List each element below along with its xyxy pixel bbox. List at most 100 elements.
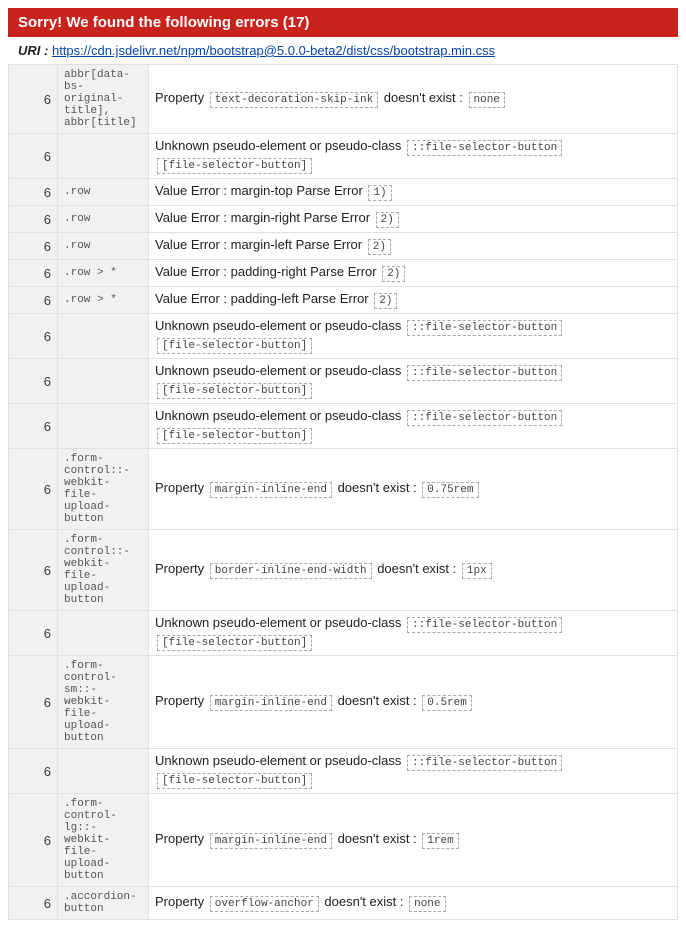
- code-chip: [file-selector-button]: [157, 428, 312, 444]
- line-number: 6: [9, 65, 58, 134]
- line-number: 6: [9, 260, 58, 287]
- message-cell: Value Error : margin-top Parse Error 1): [149, 179, 678, 206]
- message-text: doesn't exist :: [334, 831, 420, 846]
- code-chip: ::file-selector-button: [407, 617, 562, 633]
- message-text: doesn't exist :: [334, 693, 420, 708]
- message-cell: Property border-inline-end-width doesn't…: [149, 530, 678, 611]
- selector-cell: .form-control-sm::-webkit-file-upload-bu…: [58, 656, 149, 749]
- code-chip: none: [409, 896, 445, 912]
- code-chip: margin-inline-end: [210, 833, 332, 849]
- code-chip: 0.5rem: [422, 695, 472, 711]
- code-chip: ::file-selector-button: [407, 755, 562, 771]
- line-number: 6: [9, 314, 58, 359]
- table-row: 6.form-control::-webkit-file-upload-butt…: [9, 449, 678, 530]
- uri-row: URI : https://cdn.jsdelivr.net/npm/boots…: [8, 37, 678, 64]
- message-cell: Value Error : margin-right Parse Error 2…: [149, 206, 678, 233]
- code-chip: 2): [376, 212, 399, 228]
- selector-cell: [58, 359, 149, 404]
- line-number: 6: [9, 611, 58, 656]
- table-row: 6.rowValue Error : margin-right Parse Er…: [9, 206, 678, 233]
- table-row: 6.row > *Value Error : padding-left Pars…: [9, 287, 678, 314]
- line-number: 6: [9, 404, 58, 449]
- selector-cell: .form-control::-webkit-file-upload-butto…: [58, 449, 149, 530]
- message-text: Value Error : padding-left Parse Error: [155, 291, 372, 306]
- line-number: 6: [9, 530, 58, 611]
- message-cell: Value Error : padding-right Parse Error …: [149, 260, 678, 287]
- message-text: Value Error : margin-left Parse Error: [155, 237, 366, 252]
- selector-cell: .row: [58, 233, 149, 260]
- selector-cell: [58, 611, 149, 656]
- line-number: 6: [9, 233, 58, 260]
- message-cell: Value Error : padding-left Parse Error 2…: [149, 287, 678, 314]
- line-number: 6: [9, 449, 58, 530]
- line-number: 6: [9, 179, 58, 206]
- message-text: Property: [155, 480, 208, 495]
- selector-cell: .row: [58, 179, 149, 206]
- line-number: 6: [9, 749, 58, 794]
- message-text: Unknown pseudo-element or pseudo-class: [155, 615, 405, 630]
- selector-cell: .form-control-lg::-webkit-file-upload-bu…: [58, 794, 149, 887]
- table-row: 6.form-control-lg::-webkit-file-upload-b…: [9, 794, 678, 887]
- table-row: 6 Unknown pseudo-element or pseudo-class …: [9, 314, 678, 359]
- message-text: doesn't exist :: [374, 561, 460, 576]
- message-text: Unknown pseudo-element or pseudo-class: [155, 138, 405, 153]
- line-number: 6: [9, 287, 58, 314]
- line-number: 6: [9, 656, 58, 749]
- code-chip: margin-inline-end: [210, 695, 332, 711]
- table-row: 6 Unknown pseudo-element or pseudo-class …: [9, 359, 678, 404]
- code-chip: border-inline-end-width: [210, 563, 372, 579]
- message-cell: Value Error : margin-left Parse Error 2): [149, 233, 678, 260]
- table-row: 6abbr[data-bs-original-title], abbr[titl…: [9, 65, 678, 134]
- message-cell: Property margin-inline-end doesn't exist…: [149, 656, 678, 749]
- message-text: doesn't exist :: [380, 90, 466, 105]
- uri-link[interactable]: https://cdn.jsdelivr.net/npm/bootstrap@5…: [52, 43, 495, 58]
- message-cell: Property text-decoration-skip-ink doesn'…: [149, 65, 678, 134]
- selector-cell: [58, 749, 149, 794]
- code-chip: 2): [368, 239, 391, 255]
- message-cell: Unknown pseudo-element or pseudo-class :…: [149, 359, 678, 404]
- message-cell: Property overflow-anchor doesn't exist :…: [149, 887, 678, 920]
- code-chip: [file-selector-button]: [157, 635, 312, 651]
- message-cell: Unknown pseudo-element or pseudo-class :…: [149, 611, 678, 656]
- errors-table: 6abbr[data-bs-original-title], abbr[titl…: [8, 64, 678, 920]
- message-text: Unknown pseudo-element or pseudo-class: [155, 408, 405, 423]
- line-number: 6: [9, 359, 58, 404]
- message-text: Unknown pseudo-element or pseudo-class: [155, 753, 405, 768]
- table-row: 6Unknown pseudo-element or pseudo-class …: [9, 134, 678, 179]
- table-row: 6.rowValue Error : margin-top Parse Erro…: [9, 179, 678, 206]
- message-cell: Property margin-inline-end doesn't exist…: [149, 449, 678, 530]
- code-chip: overflow-anchor: [210, 896, 319, 912]
- selector-cell: .row > *: [58, 287, 149, 314]
- message-text: Unknown pseudo-element or pseudo-class: [155, 363, 405, 378]
- uri-label: URI :: [18, 43, 48, 58]
- code-chip: 1px: [462, 563, 492, 579]
- message-cell: Unknown pseudo-element or pseudo-class :…: [149, 749, 678, 794]
- code-chip: [file-selector-button]: [157, 158, 312, 174]
- code-chip: 2): [374, 293, 397, 309]
- message-cell: Unknown pseudo-element or pseudo-class :…: [149, 134, 678, 179]
- selector-cell: [58, 134, 149, 179]
- code-chip: ::file-selector-button: [407, 365, 562, 381]
- selector-cell: .row > *: [58, 260, 149, 287]
- table-row: 6 Unknown pseudo-element or pseudo-class …: [9, 749, 678, 794]
- table-row: 6.row > *Value Error : padding-right Par…: [9, 260, 678, 287]
- selector-cell: .row: [58, 206, 149, 233]
- code-chip: [file-selector-button]: [157, 773, 312, 789]
- message-text: Value Error : padding-right Parse Error: [155, 264, 380, 279]
- table-row: 6 Unknown pseudo-element or pseudo-class …: [9, 611, 678, 656]
- selector-cell: .form-control::-webkit-file-upload-butto…: [58, 530, 149, 611]
- table-row: 6.form-control::-webkit-file-upload-butt…: [9, 530, 678, 611]
- code-chip: ::file-selector-button: [407, 410, 562, 426]
- code-chip: 1rem: [422, 833, 458, 849]
- selector-cell: abbr[data-bs-original-title], abbr[title…: [58, 65, 149, 134]
- message-text: Unknown pseudo-element or pseudo-class: [155, 318, 405, 333]
- message-text: doesn't exist :: [334, 480, 420, 495]
- line-number: 6: [9, 887, 58, 920]
- code-chip: ::file-selector-button: [407, 140, 562, 156]
- message-text: Value Error : margin-right Parse Error: [155, 210, 374, 225]
- code-chip: 2): [382, 266, 405, 282]
- selector-cell: .accordion-button: [58, 887, 149, 920]
- message-text: doesn't exist :: [321, 894, 407, 909]
- table-row: 6.form-control-sm::-webkit-file-upload-b…: [9, 656, 678, 749]
- message-cell: Unknown pseudo-element or pseudo-class :…: [149, 314, 678, 359]
